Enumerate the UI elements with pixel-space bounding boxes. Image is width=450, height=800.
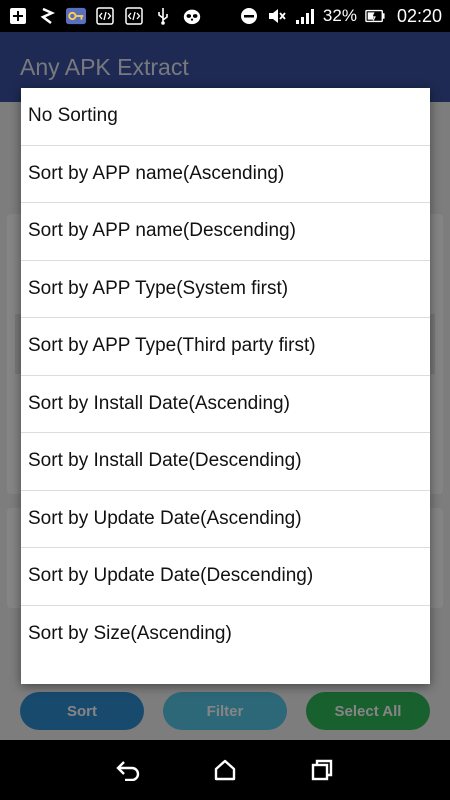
- notification-icons: [8, 7, 202, 25]
- clock: 02:20: [396, 5, 442, 26]
- mute-icon: [267, 7, 287, 25]
- sort-option-none[interactable]: No Sorting: [21, 88, 430, 146]
- sort-option-install-asc[interactable]: Sort by Install Date(Ascending): [21, 376, 430, 433]
- sort-option-name-asc[interactable]: Sort by APP name(Ascending): [21, 146, 430, 203]
- home-icon[interactable]: [209, 754, 241, 786]
- sort-option-size-asc[interactable]: Sort by Size(Ascending): [21, 606, 430, 664]
- raccoon-icon: [182, 7, 202, 25]
- add-box-icon: [8, 7, 28, 25]
- sort-option-install-desc[interactable]: Sort by Install Date(Descending): [21, 433, 430, 491]
- key-icon: [66, 7, 86, 25]
- sort-option-type-system[interactable]: Sort by APP Type(System first): [21, 261, 430, 318]
- battery-percent: 32%: [322, 6, 357, 25]
- sort-option-type-third-party[interactable]: Sort by APP Type(Third party first): [21, 318, 430, 376]
- sort-menu: No Sorting Sort by APP name(Ascending) S…: [21, 88, 430, 684]
- s-logo-icon: [37, 7, 57, 25]
- dnd-icon: [239, 7, 259, 25]
- code-icon-2: [124, 7, 144, 25]
- back-icon[interactable]: [112, 754, 144, 786]
- sort-option-update-asc[interactable]: Sort by Update Date(Ascending): [21, 491, 430, 548]
- code-icon: [95, 7, 115, 25]
- usb-icon: [153, 7, 173, 25]
- status-bar: 32% 02:20: [0, 0, 450, 32]
- sort-option-name-desc[interactable]: Sort by APP name(Descending): [21, 203, 430, 261]
- system-icons: 32% 02:20: [239, 6, 442, 27]
- signal-icon: [295, 7, 315, 25]
- battery-icon: [365, 7, 385, 25]
- sort-option-update-desc[interactable]: Sort by Update Date(Descending): [21, 548, 430, 606]
- recents-icon[interactable]: [306, 754, 338, 786]
- navigation-bar: [0, 740, 450, 800]
